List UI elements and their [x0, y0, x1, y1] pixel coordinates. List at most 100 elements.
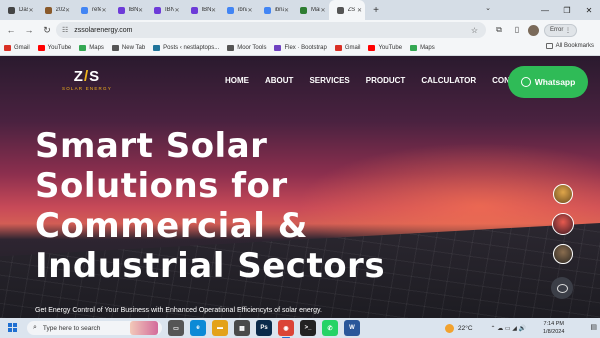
bookmark-item[interactable]: YouTube: [368, 44, 403, 51]
bookmark-label: Flex · Bootstrap: [284, 44, 327, 51]
store-icon[interactable]: ▦: [234, 320, 250, 336]
bookmark-item[interactable]: Posts ‹ nestlaptops...: [153, 44, 219, 51]
window-controls: — ❐ ✕: [534, 0, 600, 20]
clock-time: 7:14 PM: [543, 321, 564, 327]
bookmark-item[interactable]: Flex · Bootstrap: [274, 44, 327, 51]
browser-tab[interactable]: ZS Sc✕: [328, 0, 365, 20]
error-label: Error: [550, 27, 564, 33]
messenger-icon: [556, 283, 568, 293]
close-tab-icon[interactable]: ✕: [211, 7, 216, 14]
nav-item-product[interactable]: PRODUCT: [366, 76, 406, 85]
nav-item-calculator[interactable]: CALCULATOR: [421, 76, 476, 85]
gmail-icon: [4, 44, 11, 51]
sidebar-icon[interactable]: ▯: [510, 23, 524, 37]
tray-icons[interactable]: ⌃ ☁ ▭ ◢ 🔊: [491, 325, 526, 332]
weather-icon: [445, 323, 454, 333]
bookmark-icon: [154, 6, 161, 14]
photoshop-icon[interactable]: Ps: [256, 320, 272, 336]
close-tab-icon[interactable]: ✕: [28, 7, 33, 14]
file-explorer-icon[interactable]: ▬: [212, 320, 228, 336]
taskbar-search-placeholder: Type here to search: [42, 324, 101, 332]
gmail-icon: [334, 44, 342, 51]
browser-tab[interactable]: ibna✕: [219, 0, 256, 20]
browser-tab[interactable]: 2023 :✕: [37, 0, 74, 20]
bookmark-item[interactable]: New Tab: [111, 44, 145, 51]
reload-icon[interactable]: ↻: [40, 23, 54, 37]
clock[interactable]: 7:14 PM 1/8/2024: [543, 320, 564, 336]
bookmark-label: Maps: [89, 44, 104, 51]
avatar[interactable]: [528, 24, 539, 36]
all-bookmarks-button[interactable]: All Bookmarks: [545, 43, 594, 49]
tab-title: refere: [92, 7, 102, 13]
close-tab-icon[interactable]: ✕: [357, 7, 362, 14]
browser-tab[interactable]: IBN-I✕: [146, 0, 183, 20]
website-hero: Z/S SOLAR ENERGY HOME ABOUT SERVICES PRODUC…: [0, 56, 600, 318]
bookmark-item[interactable]: Maps: [79, 44, 104, 51]
terminal-icon[interactable]: >_: [300, 320, 316, 336]
error-button[interactable]: Error ⋮: [544, 23, 578, 37]
tab-title: IBN-I: [201, 7, 211, 13]
address-bar[interactable]: ☷ zssolarenergy.com ☆: [56, 22, 486, 38]
slide-thumbnail-1[interactable]: [553, 184, 573, 204]
taskbar-apps: ▭ e ▬ ▦ Ps ◉ >_ ✆ W: [168, 320, 366, 338]
close-tab-icon[interactable]: ✕: [174, 7, 179, 14]
tab-search-icon[interactable]: ⌄: [482, 4, 494, 16]
task-view-icon[interactable]: ▭: [168, 320, 184, 336]
url-text: zssolarenergy.com: [74, 26, 133, 34]
nav-item-about[interactable]: ABOUT: [265, 76, 293, 85]
nav-item-home[interactable]: HOME: [225, 76, 249, 85]
maps-icon: [79, 44, 87, 51]
close-tab-icon[interactable]: ✕: [320, 7, 325, 14]
forward-icon[interactable]: →: [22, 23, 36, 37]
chrome-icon[interactable]: ◉: [278, 320, 294, 338]
bookmark-label: Maps: [420, 44, 435, 51]
bookmark-star-icon[interactable]: ☆: [471, 26, 478, 35]
notification-icon[interactable]: ▤: [590, 323, 597, 331]
taskbar-search[interactable]: ⌕ Type here to search: [27, 321, 162, 335]
browser-tab[interactable]: IBN-I✕: [110, 0, 147, 20]
nav-item-services[interactable]: SERVICES: [309, 76, 349, 85]
wordpress-icon: [153, 44, 161, 51]
temperature: 22°C: [458, 324, 473, 332]
bookmark-item[interactable]: Gmail: [4, 44, 30, 51]
system-tray: 22°C ⌃ ☁ ▭ ◢ 🔊: [445, 320, 526, 336]
browser-tab[interactable]: ibna✕: [256, 0, 293, 20]
windows-start-icon[interactable]: [8, 323, 18, 333]
close-icon[interactable]: ✕: [578, 6, 600, 15]
close-tab-icon[interactable]: ✕: [247, 7, 252, 14]
bookmark-item[interactable]: YouTube: [37, 44, 71, 51]
word-icon[interactable]: W: [344, 320, 360, 336]
close-tab-icon[interactable]: ✕: [65, 7, 70, 14]
browser-tab[interactable]: Dashb✕: [0, 0, 37, 20]
bookmark-item[interactable]: Maps: [410, 44, 435, 51]
restore-icon[interactable]: ❐: [556, 6, 578, 15]
whatsapp-label: Whatsapp: [534, 77, 576, 87]
site-logo[interactable]: Z/S SOLAR ENERGY: [62, 68, 112, 91]
back-icon[interactable]: ←: [4, 23, 18, 37]
logo-tagline: SOLAR ENERGY: [62, 86, 112, 91]
close-tab-icon[interactable]: ✕: [138, 7, 143, 14]
whatsapp-button[interactable]: Whatsapp: [508, 66, 588, 98]
tab-title: Man: [311, 7, 320, 13]
new-tab-button[interactable]: +: [368, 5, 384, 16]
slide-thumbnail-2[interactable]: [552, 213, 574, 235]
browser-tab[interactable]: IBN-I✕: [183, 0, 220, 20]
site-info-icon[interactable]: ☷: [62, 26, 68, 34]
bookmark-label: YouTube: [378, 44, 403, 51]
browser-tab[interactable]: Man✕: [292, 0, 329, 20]
messenger-chat-button[interactable]: [551, 277, 573, 299]
extensions-icon[interactable]: ⧉: [492, 23, 506, 37]
bookmark-item[interactable]: Gmail: [334, 44, 360, 51]
whatsapp-icon[interactable]: ✆: [322, 320, 338, 336]
browser-tab[interactable]: refere✕: [73, 0, 110, 20]
youtube-icon: [368, 44, 376, 51]
minimize-icon[interactable]: —: [534, 6, 556, 15]
tab-title: IBN-I: [128, 7, 138, 13]
edge-icon[interactable]: e: [190, 320, 206, 336]
close-tab-icon[interactable]: ✕: [284, 7, 289, 14]
slide-thumbnail-3[interactable]: [553, 244, 573, 264]
bookmarks-bar: Gmail YouTube Maps New Tab Posts ‹ nestlapto…: [0, 40, 600, 56]
search-icon: ⌕: [33, 324, 37, 331]
close-tab-icon[interactable]: ✕: [101, 7, 106, 14]
bookmark-item[interactable]: Moor Tools: [227, 44, 266, 51]
